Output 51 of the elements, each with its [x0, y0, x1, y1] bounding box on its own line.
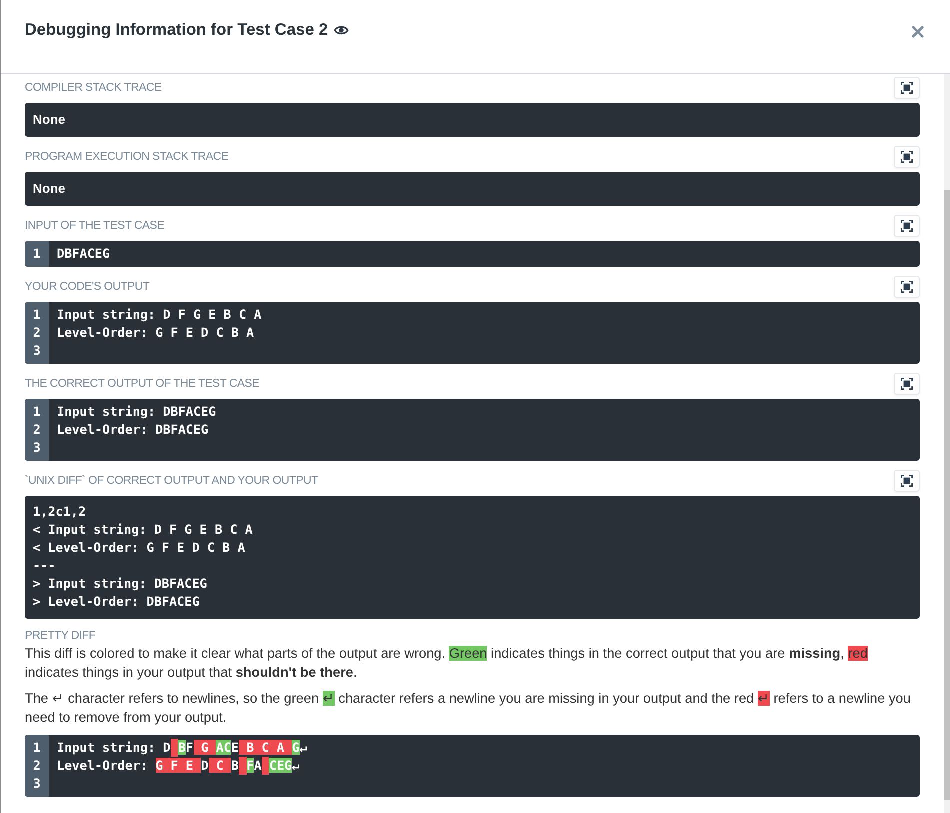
- line-number: 3: [33, 342, 41, 360]
- diff-line: Level-Order: G F E D C B FA CEG↵: [57, 757, 301, 775]
- section-label: THE CORRECT OUTPUT OF THE TEST CASE: [25, 376, 260, 392]
- code-line: Level-Order: DBFACEG: [57, 421, 210, 439]
- code-line: Input string: D F G E B C A: [57, 306, 263, 324]
- diff-line: Input string: D BF G ACE B C A G↵: [57, 739, 308, 757]
- close-icon: [912, 26, 924, 38]
- line-number: 1: [33, 306, 41, 324]
- line-number: 3: [33, 775, 41, 793]
- section-label: PROGRAM EXECUTION STACK TRACE: [25, 150, 229, 164]
- expand-icon: [901, 281, 913, 293]
- section-label: COMPILER STACK TRACE: [25, 80, 162, 96]
- diff-explanation: The ↵ character refers to newlines, so the green ↵ character refers a newline you are missing in your output and the red ↵ refers to a newline you need to remove from your output.: [25, 690, 912, 727]
- dialog-title: Debugging Information for Test Case 2: [25, 20, 328, 40]
- line-number: 2: [33, 757, 41, 775]
- scrollbar-thumb[interactable]: [944, 190, 950, 800]
- diff-explanation: This diff is colored to make it clear what parts of the output are wrong. Green indicates things in the correct output that you are missing, red indicates things in your output that shouldn't be there.: [25, 645, 869, 682]
- expand-icon: [901, 475, 913, 487]
- expand-icon: [901, 220, 913, 232]
- section-label: `UNIX DIFF` OF CORRECT OUTPUT AND YOUR OUTPUT: [25, 474, 318, 488]
- section-label: INPUT OF THE TEST CASE: [25, 218, 165, 234]
- code-line: DBFACEG: [57, 245, 112, 263]
- line-number: 3: [33, 439, 41, 457]
- expand-icon: [901, 378, 913, 390]
- expand-button[interactable]: [894, 77, 920, 99]
- code-line: 1,2c1,2: [33, 503, 88, 521]
- eye-icon: [334, 24, 350, 36]
- section-label: YOUR CODE'S OUTPUT: [25, 280, 150, 294]
- expand-icon: [901, 82, 913, 94]
- expand-button[interactable]: [894, 146, 920, 168]
- scrollbar[interactable]: [944, 74, 950, 813]
- code-line: ---: [33, 557, 57, 575]
- expand-button[interactable]: [894, 470, 920, 492]
- code-line: < Level-Order: G F E D C B A: [33, 539, 246, 557]
- code-line: > Input string: DBFACEG: [33, 575, 208, 593]
- line-number: 1: [33, 403, 41, 421]
- code-line: > Level-Order: DBFACEG: [33, 593, 201, 611]
- expand-icon: [901, 151, 913, 163]
- code-line: Input string: DBFACEG: [57, 403, 218, 421]
- code-line: Level-Order: G F E D C B A: [57, 324, 256, 342]
- code-text: None: [33, 180, 66, 197]
- code-line: < Input string: D F G E B C A: [33, 521, 254, 539]
- line-number: 1: [33, 245, 41, 263]
- expand-button[interactable]: [894, 215, 920, 237]
- line-number: 2: [33, 421, 41, 439]
- line-number: 1: [33, 739, 41, 757]
- expand-button[interactable]: [894, 373, 920, 395]
- line-number: 2: [33, 324, 41, 342]
- code-text: None: [33, 111, 66, 128]
- section-label: PRETTY DIFF: [25, 629, 96, 644]
- expand-button[interactable]: [894, 276, 920, 298]
